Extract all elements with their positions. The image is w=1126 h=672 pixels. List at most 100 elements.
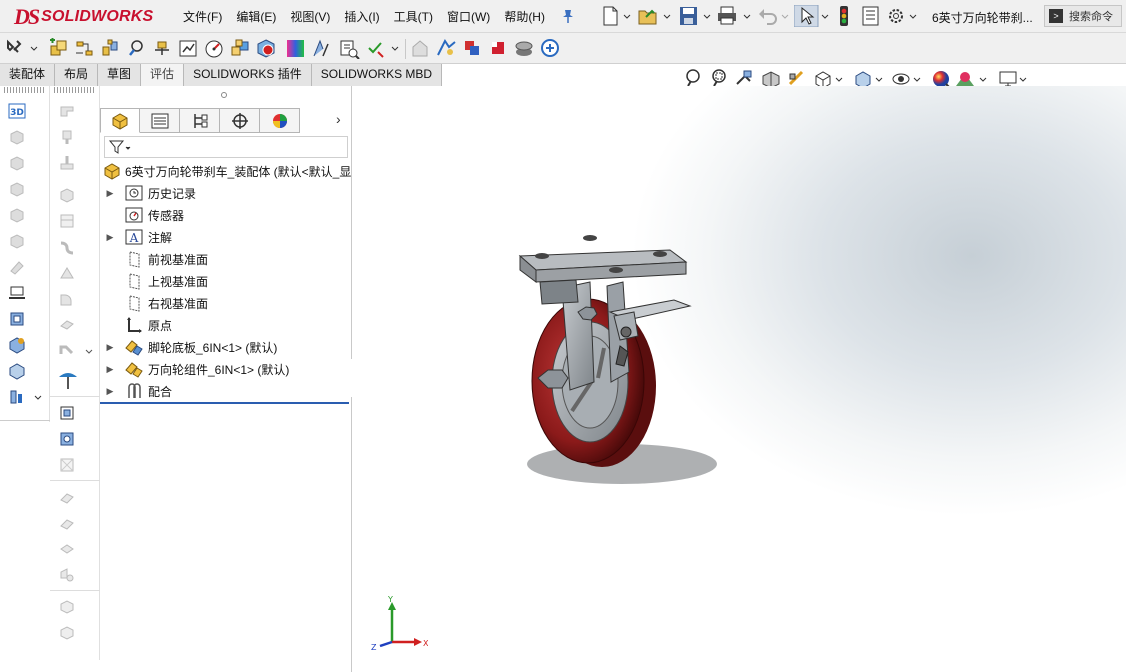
- loft-icon[interactable]: [58, 264, 76, 282]
- mirror-icon[interactable]: [58, 566, 76, 584]
- section-view-icon[interactable]: [540, 38, 561, 59]
- hole-wizard-icon[interactable]: [58, 186, 76, 204]
- previous-view-icon[interactable]: [736, 70, 752, 85]
- interference-detection-icon[interactable]: [462, 38, 483, 59]
- hide-show-items-icon[interactable]: [892, 73, 921, 85]
- menu-edit[interactable]: 编辑(E): [229, 8, 283, 26]
- extrude-boss-icon[interactable]: [58, 128, 76, 146]
- tree-item-caster-subassembly[interactable]: ▶ 万向轮组件_6IN<1> (默认): [100, 358, 352, 380]
- tree-item-origin[interactable]: 原点: [100, 314, 352, 336]
- filter-funnel-icon[interactable]: [108, 139, 132, 155]
- menu-view[interactable]: 视图(V): [283, 8, 337, 26]
- exploded-view-icon[interactable]: [311, 38, 332, 59]
- options-gear-icon[interactable]: [886, 5, 920, 27]
- tree-item-top-plane[interactable]: 上视基准面: [100, 270, 352, 292]
- solidworks-logo[interactable]: DS SOLIDWORKS: [14, 4, 153, 29]
- tab-feature-manager[interactable]: [100, 108, 140, 133]
- view-selector-icon[interactable]: [8, 388, 44, 406]
- box-gray-icon[interactable]: [8, 128, 26, 146]
- expand-arrow-icon[interactable]: ▶: [105, 386, 115, 397]
- box-gray-icon-5[interactable]: [8, 232, 26, 250]
- tab-display-manager[interactable]: [260, 108, 300, 133]
- expand-arrow-icon[interactable]: ▶: [105, 232, 115, 243]
- edit-component-icon[interactable]: [5, 38, 39, 59]
- fillet-icon[interactable]: [58, 290, 76, 308]
- hole-alignment-icon[interactable]: [514, 38, 535, 59]
- intersect-icon[interactable]: [58, 540, 76, 558]
- tab-solidworks-mbd[interactable]: SOLIDWORKS MBD: [311, 64, 443, 86]
- new-motion-study-icon[interactable]: [256, 38, 277, 59]
- tab-configuration-manager[interactable]: [180, 108, 220, 133]
- box-gray-icon-3[interactable]: [8, 180, 26, 198]
- menu-help[interactable]: 帮助(H): [497, 8, 552, 26]
- reference-triad[interactable]: Y X Z: [368, 596, 428, 656]
- tree-item-sensors[interactable]: 传感器: [100, 204, 352, 226]
- expand-arrow-icon[interactable]: ▶: [105, 188, 115, 199]
- menu-window[interactable]: 窗口(W): [440, 8, 497, 26]
- laptop-view-icon[interactable]: [8, 284, 26, 302]
- sheet-metal-icon[interactable]: [58, 102, 76, 120]
- sweep-icon[interactable]: [58, 238, 76, 256]
- tree-item-caster-base-plate[interactable]: ▶ 脚轮底板_6IN<1> (默认): [100, 336, 352, 358]
- tree-item-front-plane[interactable]: 前视基准面: [100, 248, 352, 270]
- bill-of-materials-icon[interactable]: [285, 38, 306, 59]
- pattern-dropdown-icon[interactable]: [58, 342, 94, 360]
- box-gray-icon-6[interactable]: [8, 258, 26, 276]
- linear-pattern-icon[interactable]: [100, 38, 121, 59]
- new-document-icon[interactable]: [600, 5, 634, 27]
- box-gray-icon-2[interactable]: [8, 154, 26, 172]
- tab-assembly[interactable]: 装配体: [0, 64, 56, 86]
- menu-insert[interactable]: 插入(I): [337, 8, 386, 26]
- tab-sketch[interactable]: 草图: [98, 64, 142, 86]
- caster-model[interactable]: [492, 226, 732, 506]
- print-icon[interactable]: [716, 5, 754, 27]
- tab-layout[interactable]: 布局: [55, 64, 99, 86]
- tree-item-history[interactable]: ▶ 历史记录: [100, 182, 352, 204]
- 3d-view-icon[interactable]: 3D: [8, 102, 26, 120]
- chamfer-icon[interactable]: [58, 316, 76, 334]
- tree-item-right-plane[interactable]: 右视基准面: [100, 292, 352, 314]
- move-component-icon[interactable]: [152, 38, 173, 59]
- tab-solidworks-addins[interactable]: SOLIDWORKS 插件: [184, 64, 312, 86]
- split-line-icon[interactable]: [58, 598, 76, 616]
- tab-evaluate[interactable]: 评估: [141, 64, 185, 86]
- extrude-cut-icon[interactable]: [58, 154, 76, 172]
- appearance-tee-icon[interactable]: [57, 369, 79, 391]
- instant3d-icon[interactable]: [339, 38, 360, 59]
- dome-icon[interactable]: [58, 514, 76, 532]
- zoom-to-fit-icon[interactable]: [686, 69, 700, 87]
- panel-grip-icon[interactable]: [221, 92, 227, 98]
- rollback-bar[interactable]: [100, 402, 349, 404]
- expand-arrow-icon[interactable]: ▶: [105, 342, 115, 353]
- take-snapshot-icon[interactable]: [410, 38, 431, 59]
- smart-fasteners-icon[interactable]: [126, 38, 147, 59]
- show-hidden-components-icon[interactable]: [178, 38, 199, 59]
- select-pointer-icon[interactable]: [794, 5, 830, 27]
- view-settings-icon[interactable]: [999, 71, 1027, 87]
- tab-property-manager[interactable]: [140, 108, 180, 133]
- mate-icon[interactable]: [74, 38, 95, 59]
- tree-item-annotations[interactable]: ▶ A 注解: [100, 226, 352, 248]
- dynamic-annotation-views-icon[interactable]: [788, 70, 804, 86]
- rib-icon[interactable]: [58, 430, 76, 448]
- tree-filter-box[interactable]: [104, 136, 348, 158]
- pin-icon[interactable]: [561, 8, 575, 24]
- rebuild-traffic-light-icon[interactable]: [836, 5, 852, 27]
- tree-root-assembly[interactable]: 6英寸万向轮带刹车_装配体 (默认<默认_显: [100, 160, 352, 182]
- assembly-features-icon[interactable]: [204, 38, 225, 59]
- normal-to-icon[interactable]: [8, 362, 26, 380]
- revolve-icon[interactable]: [58, 212, 76, 230]
- shell-icon[interactable]: [58, 404, 76, 422]
- large-assembly-mode-icon[interactable]: [436, 38, 457, 59]
- box-gray-icon-4[interactable]: [8, 206, 26, 224]
- apply-scene-icon[interactable]: [956, 72, 987, 86]
- graphics-area[interactable]: Y X Z: [352, 86, 1126, 672]
- more-tabs-chevron-icon[interactable]: ›: [336, 111, 341, 127]
- tab-dimxpert-manager[interactable]: [220, 108, 260, 133]
- menu-file[interactable]: 文件(F): [176, 8, 229, 26]
- insert-components-icon[interactable]: [48, 38, 69, 59]
- save-icon[interactable]: [678, 5, 714, 27]
- search-commands-box[interactable]: > 搜索命令: [1044, 5, 1122, 27]
- tree-item-mates[interactable]: ▶ 配合: [100, 380, 352, 402]
- reference-geometry-icon[interactable]: [230, 38, 251, 59]
